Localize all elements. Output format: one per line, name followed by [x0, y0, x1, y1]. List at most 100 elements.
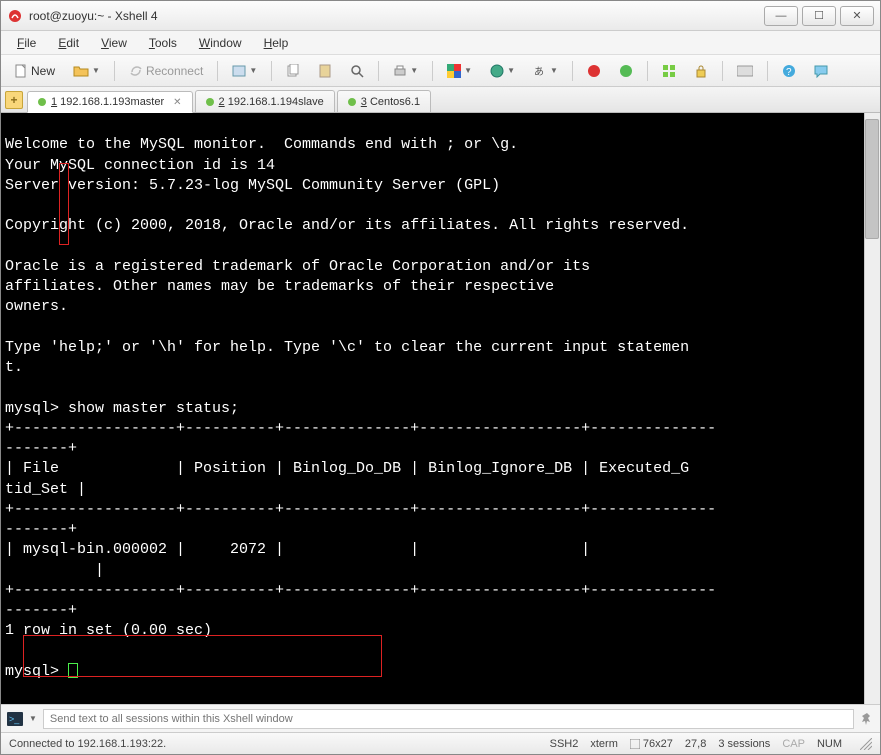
xftp-button[interactable] — [612, 60, 640, 82]
app-icon — [7, 8, 23, 24]
status-dot-icon — [348, 98, 356, 106]
send-input[interactable] — [43, 709, 854, 729]
status-sessions: 3 sessions — [718, 738, 770, 750]
size-icon — [630, 739, 640, 749]
help-icon: ? — [782, 64, 796, 78]
scrollbar[interactable] — [864, 113, 880, 704]
keyboard-icon — [737, 65, 753, 77]
status-pos: 27,8 — [685, 738, 706, 750]
pin-icon[interactable] — [860, 712, 874, 726]
separator — [271, 61, 272, 81]
status-size: 76x27 — [630, 738, 673, 750]
sendbar: >_ ▼ — [1, 704, 880, 732]
new-file-icon — [14, 64, 28, 78]
status-proto: SSH2 — [550, 738, 579, 750]
reconnect-label: Reconnect — [146, 64, 203, 78]
dropdown-caret-icon: ▼ — [249, 66, 257, 75]
chat-button[interactable] — [807, 60, 835, 82]
resize-grip-icon[interactable] — [860, 738, 872, 750]
separator — [767, 61, 768, 81]
tab-label: 3 Centos6.1 — [361, 96, 420, 108]
dropdown-caret-icon[interactable]: ▼ — [29, 714, 37, 723]
tile-icon — [662, 64, 676, 78]
paste-button[interactable] — [311, 60, 339, 82]
dropdown-caret-icon: ▼ — [410, 66, 418, 75]
font-button[interactable]: ▼ — [483, 60, 522, 82]
menu-file[interactable]: File — [7, 33, 46, 53]
cursor-icon — [68, 663, 78, 678]
separator — [722, 61, 723, 81]
statusbar: Connected to 192.168.1.193:22. SSH2 xter… — [1, 732, 880, 754]
terminal-icon: >_ — [7, 712, 23, 726]
xshell-icon-button[interactable] — [580, 60, 608, 82]
lock-button[interactable] — [687, 60, 715, 82]
add-tab-button[interactable]: + — [5, 91, 23, 109]
xshell-icon — [587, 64, 601, 78]
svg-text:?: ? — [786, 67, 792, 78]
color-scheme-button[interactable]: ▼ — [440, 60, 479, 82]
svg-text:あ: あ — [534, 66, 544, 78]
window-title: root@zuoyu:~ - Xshell 4 — [29, 9, 764, 23]
status-cap: CAP — [782, 738, 805, 750]
reconnect-icon — [129, 64, 143, 78]
properties-button[interactable]: ▼ — [225, 60, 264, 82]
dropdown-caret-icon: ▼ — [507, 66, 515, 75]
menu-view[interactable]: View — [91, 33, 137, 53]
separator — [114, 61, 115, 81]
tab-2[interactable]: 2 192.168.1.194slave — [195, 90, 335, 112]
printer-icon — [393, 64, 407, 78]
properties-icon — [232, 64, 246, 78]
tab-close-icon[interactable]: ✕ — [173, 97, 181, 108]
encoding-button[interactable]: あ▼ — [526, 60, 565, 82]
palette-icon — [447, 64, 461, 78]
paste-icon — [318, 64, 332, 78]
separator — [378, 61, 379, 81]
lock-icon — [694, 64, 708, 78]
status-dot-icon — [206, 98, 214, 106]
new-label: New — [31, 64, 55, 78]
status-num: NUM — [817, 738, 842, 750]
separator — [572, 61, 573, 81]
new-button[interactable]: New — [7, 60, 62, 82]
tab-label: 2 192.168.1.194slave — [219, 96, 324, 108]
menu-window[interactable]: Window — [189, 33, 252, 53]
globe-icon — [490, 64, 504, 78]
status-term: xterm — [590, 738, 618, 750]
toolbar: New ▼ Reconnect ▼ ▼ ▼ ▼ あ▼ ? — [1, 55, 880, 87]
reconnect-button[interactable]: Reconnect — [122, 60, 210, 82]
search-icon — [350, 64, 364, 78]
help-button[interactable]: ? — [775, 60, 803, 82]
window-controls: — ☐ ✕ — [764, 6, 874, 26]
menu-help[interactable]: Help — [254, 33, 299, 53]
separator — [647, 61, 648, 81]
terminal[interactable]: Welcome to the MySQL monitor. Commands e… — [1, 113, 880, 704]
open-button[interactable]: ▼ — [66, 60, 107, 82]
dropdown-caret-icon: ▼ — [550, 66, 558, 75]
close-button[interactable]: ✕ — [840, 6, 874, 26]
tabbar: + 1 192.168.1.193master ✕ 2 192.168.1.19… — [1, 87, 880, 113]
menu-tools[interactable]: Tools — [139, 33, 187, 53]
menubar: File Edit View Tools Window Help — [1, 31, 880, 55]
dropdown-caret-icon: ▼ — [464, 66, 472, 75]
folder-open-icon — [73, 64, 89, 78]
tab-label: 1 192.168.1.193master — [51, 96, 164, 108]
keyboard-button[interactable] — [730, 60, 760, 82]
tab-3[interactable]: 3 Centos6.1 — [337, 90, 431, 112]
separator — [432, 61, 433, 81]
tile-button[interactable] — [655, 60, 683, 82]
tab-1[interactable]: 1 192.168.1.193master ✕ — [27, 91, 193, 113]
find-button[interactable] — [343, 60, 371, 82]
scrollbar-thumb[interactable] — [865, 119, 879, 239]
menu-edit[interactable]: Edit — [48, 33, 89, 53]
dropdown-caret-icon: ▼ — [92, 66, 100, 75]
titlebar: root@zuoyu:~ - Xshell 4 — ☐ ✕ — [1, 1, 880, 31]
minimize-button[interactable]: — — [764, 6, 798, 26]
copy-button[interactable] — [279, 60, 307, 82]
print-button[interactable]: ▼ — [386, 60, 425, 82]
copy-icon — [286, 64, 300, 78]
status-connection: Connected to 192.168.1.193:22. — [9, 738, 166, 750]
encoding-icon: あ — [533, 64, 547, 78]
terminal-output: Welcome to the MySQL monitor. Commands e… — [5, 136, 716, 680]
maximize-button[interactable]: ☐ — [802, 6, 836, 26]
status-dot-icon — [38, 98, 46, 106]
